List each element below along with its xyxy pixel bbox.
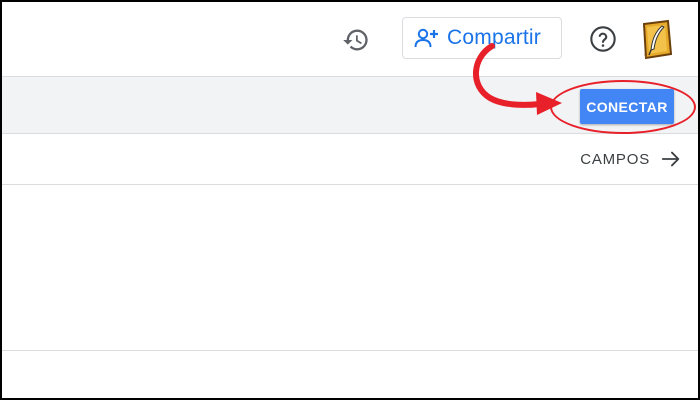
- connect-button[interactable]: CONECTAR: [580, 89, 674, 124]
- version-history-button[interactable]: [339, 24, 373, 56]
- history-icon: [343, 29, 368, 51]
- arrow-right-icon: [661, 151, 680, 167]
- app-window: Compartir CONECTAR CAMPOS: [0, 0, 700, 400]
- share-button-label: Compartir: [447, 26, 541, 49]
- top-header: Compartir: [2, 2, 698, 77]
- content-area: [2, 185, 698, 351]
- fields-label: CAMPOS: [580, 150, 650, 168]
- fields-row: CAMPOS: [2, 134, 698, 185]
- help-button[interactable]: [588, 24, 618, 54]
- fields-link[interactable]: CAMPOS: [580, 146, 682, 172]
- person-add-icon: [413, 26, 441, 50]
- data-source-toolbar: CONECTAR: [2, 77, 698, 134]
- quill-avatar-icon: [642, 19, 673, 60]
- help-circle-icon: [590, 26, 616, 52]
- share-button[interactable]: Compartir: [402, 17, 562, 59]
- account-avatar[interactable]: [638, 18, 674, 60]
